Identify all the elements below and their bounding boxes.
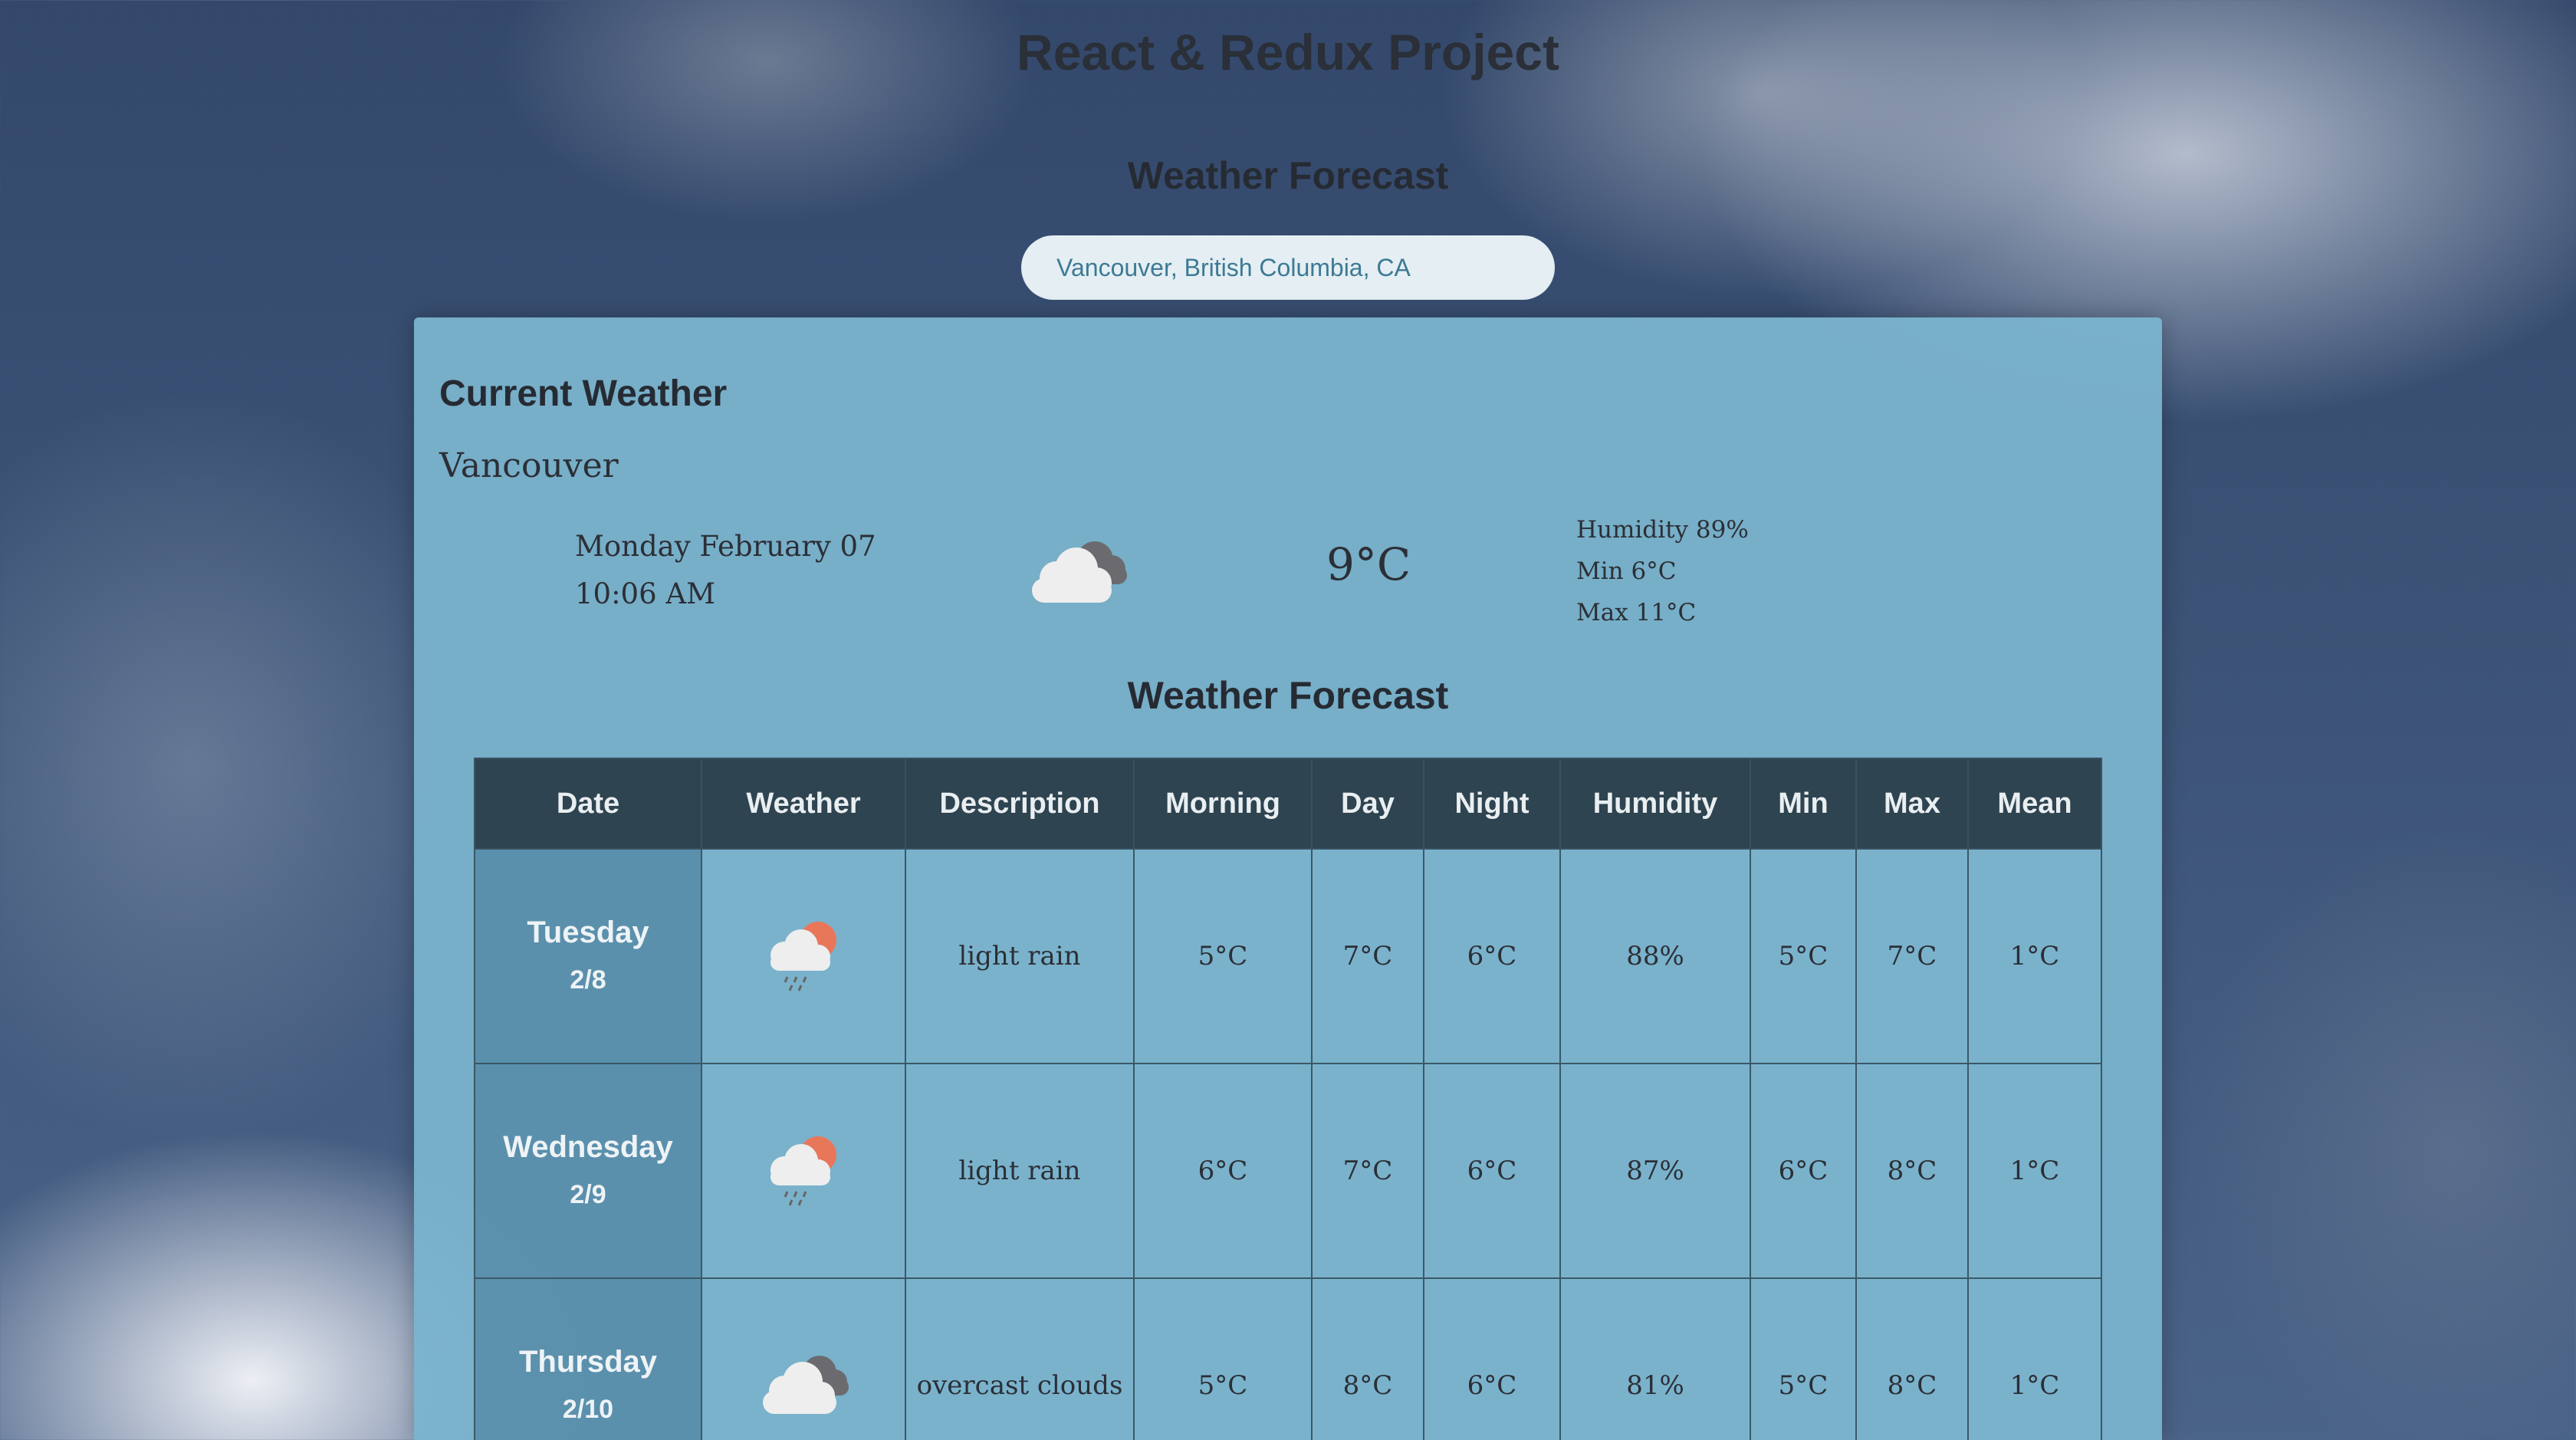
forecast-header-row: Date Weather Description Morning Day Nig…: [474, 758, 2102, 850]
current-time: 10:06 AM: [575, 577, 715, 610]
max-cell: 8°C: [1855, 1063, 1969, 1279]
date-cell: Tuesday 2/8: [474, 848, 702, 1064]
min-cell: 5°C: [1750, 1277, 1857, 1440]
max-cell: 7°C: [1855, 848, 1969, 1064]
day-temp-cell: 7°C: [1311, 1063, 1424, 1279]
max-cell: 8°C: [1855, 1277, 1969, 1440]
weather-cell: [701, 1063, 906, 1279]
weather-panel: Current Weather Vancouver Monday Februar…: [414, 317, 2162, 1440]
column-header: Day: [1311, 758, 1424, 850]
night-cell: 6°C: [1423, 1277, 1561, 1440]
current-datetime: Monday February 07 10:06 AM: [575, 523, 876, 618]
column-header: Min: [1750, 758, 1857, 850]
morning-cell: 6°C: [1133, 1063, 1313, 1279]
weather-cell: [701, 848, 906, 1064]
day-temp-cell: 7°C: [1311, 848, 1424, 1064]
day-date: 2/10: [562, 1395, 614, 1424]
table-row: Thursday 2/10 overcast clouds 5°C 8°C 6°…: [474, 1277, 2102, 1440]
date-cell: Thursday 2/10: [474, 1277, 702, 1440]
day-name: Thursday: [518, 1345, 658, 1379]
column-header: Date: [474, 758, 702, 850]
day-date: 2/9: [570, 1180, 606, 1209]
day-date: 2/8: [570, 965, 606, 995]
rain-sun-icon: [770, 1136, 836, 1206]
column-header: Morning: [1133, 758, 1313, 850]
night-cell: 6°C: [1423, 848, 1561, 1064]
cloudy-icon: [763, 1355, 849, 1414]
search-heading: Weather Forecast: [1127, 154, 1449, 197]
description-cell: light rain: [905, 1063, 1135, 1279]
current-humidity: Humidity 89%: [1576, 516, 1749, 544]
min-cell: 5°C: [1750, 848, 1857, 1064]
forecast-table: Date Weather Description Morning Day Nig…: [474, 758, 2102, 1440]
rain-sun-icon: [770, 921, 836, 991]
day-name: Wednesday: [503, 1130, 673, 1164]
column-header: Description: [905, 758, 1135, 850]
date-cell: Wednesday 2/9: [474, 1063, 702, 1279]
current-stats: Humidity 89% Min 6°C Max 11°C: [1576, 509, 1749, 633]
forecast-title: Weather Forecast: [1127, 674, 1449, 717]
current-date: Monday February 07: [575, 530, 876, 563]
column-header: Mean: [1967, 758, 2102, 850]
column-header: Humidity: [1559, 758, 1751, 850]
column-header: Night: [1423, 758, 1561, 850]
morning-cell: 5°C: [1133, 848, 1313, 1064]
column-header: Max: [1855, 758, 1969, 850]
table-row: Tuesday 2/8 light rain 5°C 7°C 6°C 88% 5…: [474, 848, 2102, 1064]
humidity-cell: 87%: [1559, 1063, 1751, 1279]
mean-cell: 1°C: [1967, 1277, 2102, 1440]
mean-cell: 1°C: [1967, 848, 2102, 1064]
current-temperature: 9°C: [1326, 538, 1411, 590]
mean-cell: 1°C: [1967, 1063, 2102, 1279]
day-temp-cell: 8°C: [1311, 1277, 1424, 1440]
app-title: React & Redux Project: [1017, 24, 1559, 81]
weather-cell: [701, 1277, 906, 1440]
location-search-input[interactable]: [1021, 235, 1555, 300]
column-header: Weather: [701, 758, 906, 850]
current-city: Vancouver: [439, 446, 619, 485]
morning-cell: 5°C: [1133, 1277, 1313, 1440]
description-cell: light rain: [905, 848, 1135, 1064]
humidity-cell: 81%: [1559, 1277, 1751, 1440]
current-max: Max 11°C: [1576, 599, 1697, 626]
min-cell: 6°C: [1750, 1063, 1857, 1279]
night-cell: 6°C: [1423, 1063, 1561, 1279]
cloudy-icon: [1032, 541, 1127, 603]
description-cell: overcast clouds: [905, 1277, 1135, 1440]
table-row: Wednesday 2/9 light rain 6°C 7°C 6°C 87%…: [474, 1063, 2102, 1279]
day-name: Tuesday: [527, 916, 649, 949]
current-min: Min 6°C: [1576, 557, 1677, 585]
current-weather-title: Current Weather: [439, 373, 728, 414]
humidity-cell: 88%: [1559, 848, 1751, 1064]
